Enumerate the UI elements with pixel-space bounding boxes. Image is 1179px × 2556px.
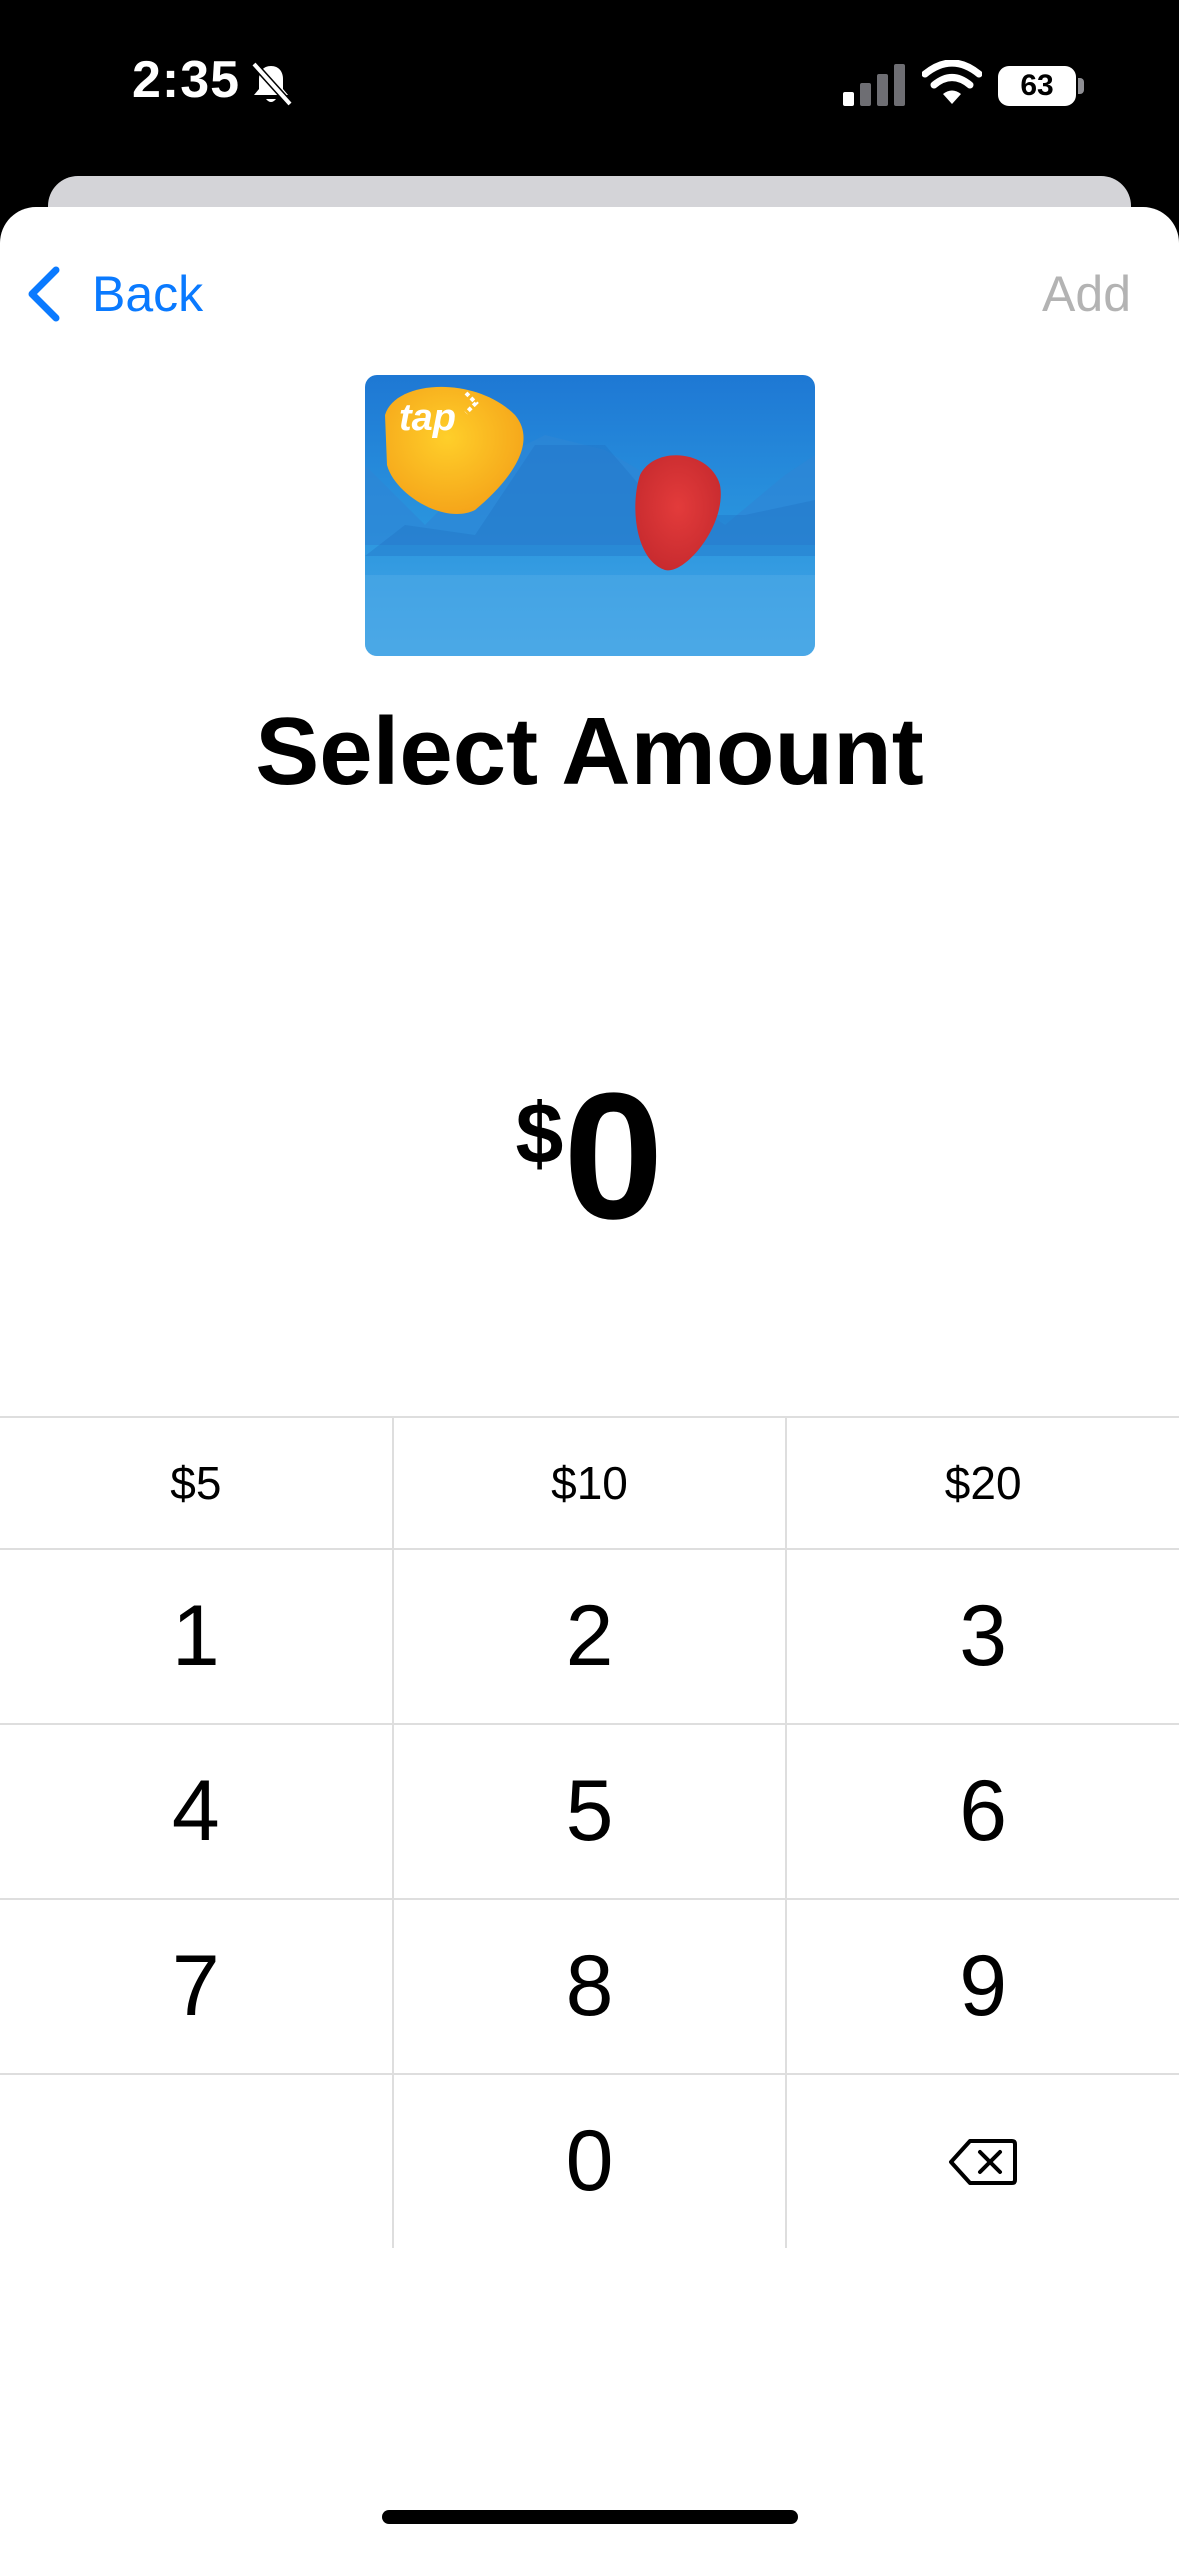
back-button[interactable]: Back: [24, 259, 203, 329]
keypad-row: 0: [0, 2075, 1179, 2248]
status-bar: 2:35 63: [0, 0, 1179, 170]
card-logo: tap: [399, 397, 456, 439]
amount-display: $0: [0, 1067, 1179, 1247]
battery-nub: [1078, 78, 1084, 94]
bell-slash-icon: [251, 61, 293, 107]
key-6[interactable]: 6: [785, 1725, 1179, 1898]
wifi-icon: [922, 60, 982, 104]
key-1[interactable]: 1: [0, 1550, 392, 1723]
cellular-signal-icon: [843, 64, 905, 106]
page-title: Select Amount: [255, 698, 924, 805]
key-7[interactable]: 7: [0, 1900, 392, 2073]
back-label: Back: [92, 266, 204, 322]
key-0[interactable]: 0: [391, 2075, 786, 2248]
preset-10-button[interactable]: $10: [391, 1418, 786, 1548]
screen: 2:35 63 Back Add tap Select Amount $0 $5…: [0, 0, 1179, 2556]
preset-row: $5 $10 $20: [0, 1418, 1179, 1550]
top-up-sheet: Back Add tap Select Amount $0 $5 $10 $20…: [0, 207, 1179, 2556]
keypad: $5 $10 $20 1 2 3 4 5 6 7 8 9 0: [0, 1416, 1179, 2248]
key-5[interactable]: 5: [391, 1725, 786, 1898]
delete-button[interactable]: [785, 2075, 1179, 2248]
delete-icon: [949, 2138, 1018, 2185]
key-2[interactable]: 2: [391, 1550, 786, 1723]
tap-arrow-icon: [464, 391, 479, 415]
battery-level: 63: [1020, 69, 1054, 102]
amount-currency: $: [515, 1086, 564, 1182]
keypad-row: 4 5 6: [0, 1725, 1179, 1900]
preset-5-button[interactable]: $5: [0, 1418, 392, 1548]
status-time: 2:35: [132, 51, 241, 109]
keypad-row: 7 8 9: [0, 1900, 1179, 2075]
preset-20-button[interactable]: $20: [785, 1418, 1179, 1548]
home-indicator[interactable]: [382, 2510, 798, 2524]
key-9[interactable]: 9: [785, 1900, 1179, 2073]
add-button[interactable]: Add: [1042, 259, 1131, 329]
transit-card-image: tap: [365, 375, 815, 656]
key-8[interactable]: 8: [391, 1900, 786, 2073]
key-3[interactable]: 3: [785, 1550, 1179, 1723]
keypad-row: 1 2 3: [0, 1550, 1179, 1725]
chevron-left-icon: [28, 266, 60, 322]
battery-icon: 63: [998, 66, 1076, 106]
key-4[interactable]: 4: [0, 1725, 392, 1898]
key-empty: [0, 2075, 392, 2248]
amount-value: 0: [563, 1056, 664, 1257]
